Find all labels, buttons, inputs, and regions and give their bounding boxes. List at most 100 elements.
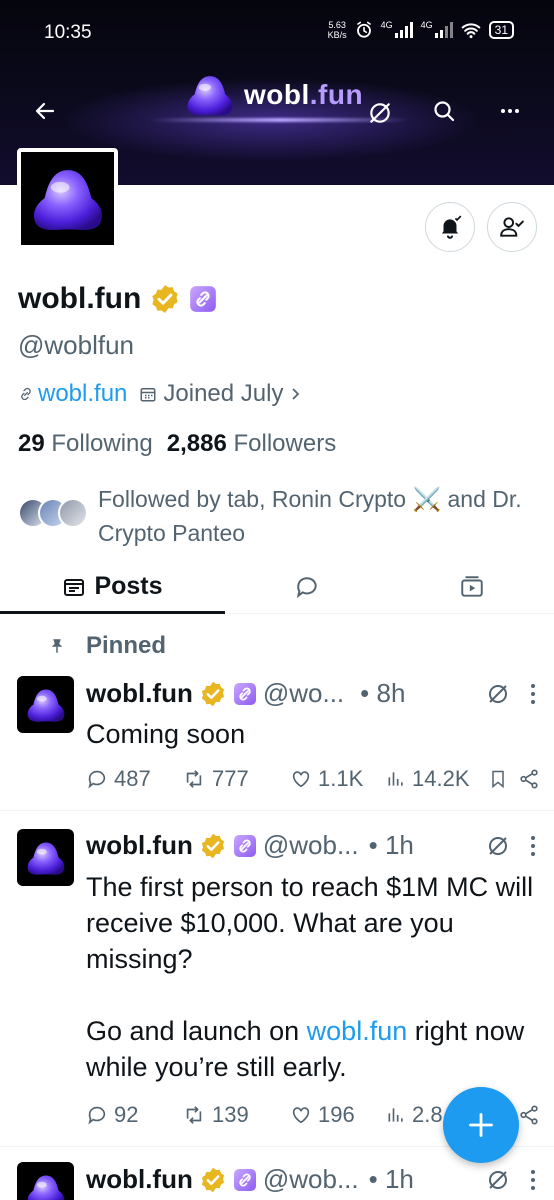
following-stat[interactable]: 29 Following [18, 430, 153, 458]
pinned-label: Pinned [48, 632, 166, 660]
tweet-handle[interactable]: @wo... [263, 678, 344, 709]
network-speed: 5.63 KB/s [328, 20, 347, 40]
tweet-time: • 8h [360, 678, 406, 708]
wifi-icon [461, 23, 480, 39]
tweet-handle[interactable]: @wob... [263, 830, 359, 861]
share-icon[interactable] [518, 1104, 540, 1126]
grok-icon[interactable] [486, 1168, 510, 1192]
tab-media[interactable] [390, 560, 554, 613]
repost-button[interactable]: 139 [182, 1102, 290, 1128]
blob-logo-icon [184, 72, 236, 118]
more-horizontal-icon [501, 109, 519, 113]
reply-button[interactable]: 487 [86, 766, 182, 792]
more-vertical-icon[interactable] [530, 1169, 536, 1191]
like-button[interactable]: 196 [290, 1102, 386, 1128]
grok-icon[interactable] [486, 682, 510, 706]
profile-tabs: Posts [0, 560, 554, 614]
profile-website-link[interactable]: wobl.fun [18, 380, 127, 408]
followers-stat[interactable]: 2,886 Followers [167, 430, 336, 458]
more-vertical-icon[interactable] [530, 835, 536, 857]
compose-button[interactable] [443, 1087, 519, 1163]
following-label: Following [51, 430, 153, 457]
reply-button[interactable]: 92 [86, 1102, 182, 1128]
profile-joined-text: Joined July [163, 380, 284, 407]
status-time: 10:35 [44, 22, 92, 43]
notifications-button[interactable] [425, 202, 475, 252]
arrow-left-icon [35, 102, 55, 120]
repost-icon [186, 770, 202, 788]
profile-website-text: wobl.fun [38, 380, 128, 407]
banner-brand-fun: .fun [309, 79, 364, 110]
tab-posts[interactable]: Posts [0, 560, 225, 614]
tweet-time: • 1h [368, 1164, 414, 1194]
banner-logo: wobl.fun [184, 72, 363, 118]
video-icon [461, 575, 483, 597]
profile-name-row: wobl.fun [18, 282, 217, 316]
bell-check-icon [441, 215, 462, 239]
verified-badge-icon[interactable] [149, 283, 181, 315]
chevron-right-icon [292, 388, 300, 400]
signal-icon [394, 22, 413, 38]
pinned-text: Pinned [86, 632, 167, 659]
follow-stats: 29 Following 2,886 Followers [18, 430, 336, 458]
back-button[interactable] [25, 91, 65, 131]
affiliate-badge-icon[interactable] [189, 285, 217, 313]
tab-posts-label: Posts [94, 572, 163, 600]
profile-name: wobl.fun [18, 282, 142, 315]
speed-unit: KB/s [327, 30, 347, 40]
blob-avatar-icon [25, 686, 67, 724]
battery-indicator: 31 [488, 21, 514, 39]
repost-button[interactable]: 777 [182, 766, 290, 792]
tweet-avatar[interactable] [17, 829, 74, 886]
speed-value: 5.63 [328, 20, 346, 30]
tweet-author[interactable]: wobl.fun [86, 678, 193, 709]
following-button[interactable] [487, 202, 537, 252]
bookmark-icon[interactable] [488, 768, 508, 790]
tweet-handle[interactable]: @wob... [263, 1164, 359, 1195]
repost-count: 139 [212, 1102, 249, 1127]
followed-by-row[interactable]: Followed by tab, Ronin Crypto ⚔️ and Dr.… [18, 482, 526, 550]
pin-icon [51, 639, 63, 653]
reply-count: 92 [114, 1102, 139, 1127]
views-button[interactable]: 14.2K [386, 766, 486, 792]
tweet-link[interactable]: wobl.fun [307, 1016, 408, 1046]
tweet-text: Coming soon [86, 719, 246, 749]
more-options-button[interactable] [490, 91, 530, 131]
network-type-1: 4G [380, 20, 393, 30]
tweet-author[interactable]: wobl.fun [86, 830, 193, 861]
affiliate-badge-icon [233, 1168, 257, 1192]
views-icon [388, 1108, 403, 1122]
verified-badge-icon [199, 1166, 227, 1194]
tweet-text-pre: Go and launch on [86, 1016, 307, 1046]
tweet-author[interactable]: wobl.fun [86, 1164, 193, 1195]
profile-joined[interactable]: Joined July [139, 380, 303, 408]
tweet-paragraph-1: The first person to reach $1M MC will re… [86, 872, 534, 974]
avatar [58, 498, 88, 528]
grok-icon [370, 103, 390, 123]
tweet-paragraph-2: Go and launch on wobl.fun right now whil… [86, 1013, 536, 1085]
search-button[interactable] [424, 91, 464, 131]
plus-icon [469, 1113, 493, 1137]
like-button[interactable]: 1.1K [290, 766, 386, 792]
tweet-avatar[interactable] [17, 676, 74, 733]
more-vertical-icon[interactable] [530, 683, 536, 705]
reply-icon [88, 1106, 106, 1125]
heart-icon [292, 771, 310, 788]
verified-badge-icon [199, 832, 227, 860]
verified-badge-icon [199, 680, 227, 708]
search-icon [434, 101, 455, 122]
share-icon[interactable] [518, 768, 540, 790]
tweet-header: wobl.fun @wo... • 8h [86, 678, 405, 709]
grok-icon[interactable] [486, 834, 510, 858]
profile-meta: wobl.fun Joined July [18, 380, 303, 408]
tweet-avatar[interactable] [17, 1162, 74, 1200]
profile-avatar[interactable] [17, 148, 118, 249]
banner-brand-main: wobl [244, 79, 310, 110]
grok-button[interactable] [360, 93, 400, 133]
like-count: 1.1K [318, 766, 364, 791]
tweet-header: wobl.fun @wob... • 1h [86, 1164, 414, 1195]
tab-replies[interactable] [225, 560, 390, 613]
views-button[interactable]: 2.8 [386, 1102, 443, 1128]
profile-handle: @woblfun [18, 330, 135, 360]
tweet-1[interactable]: wobl.fun @wo... • 8h Coming soon 487 777… [0, 668, 554, 811]
